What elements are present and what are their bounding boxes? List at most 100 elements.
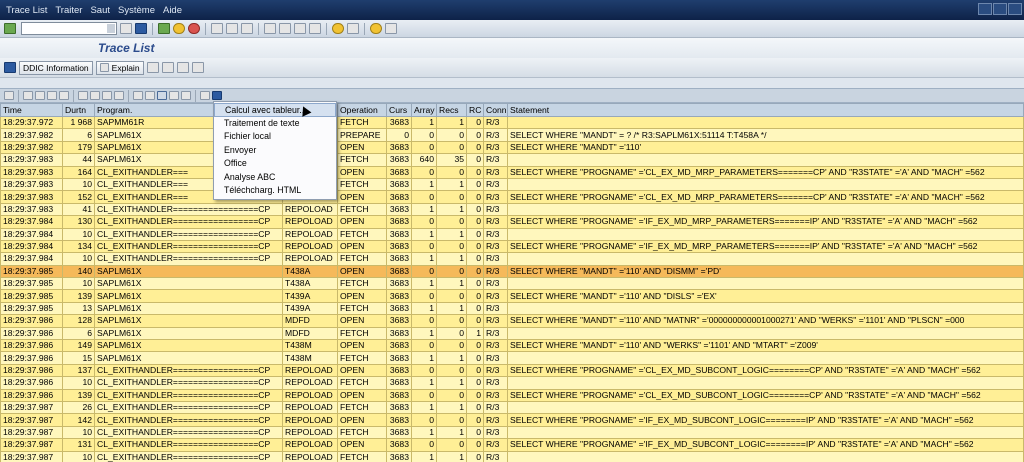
- command-field[interactable]: [21, 22, 117, 35]
- first-page-icon[interactable]: [264, 23, 276, 34]
- table-row[interactable]: 18:29:37.987 142 CL_EXITHANDLER===========…: [0, 413, 1024, 427]
- menu-item-telecharg-html[interactable]: Téléchcharg. HTML: [214, 184, 336, 198]
- menu-item-traitement-texte[interactable]: Traitement de texte: [214, 117, 336, 131]
- table-cell: 0: [436, 326, 467, 341]
- column-header-array[interactable]: Array: [411, 103, 437, 117]
- menu-item-envoyer[interactable]: Envoyer: [214, 144, 336, 158]
- currency-icon[interactable]: [114, 91, 124, 100]
- table-row[interactable]: 18:29:37.982 6 SAPLM61X PREPARE 0 0 0 0 R/3 SELEC…: [0, 128, 1024, 142]
- table-cell: R/3: [483, 376, 508, 390]
- ddic-information-button[interactable]: DDIC Information: [19, 60, 93, 75]
- table-row[interactable]: 18:29:37.987 131 CL_EXITHANDLER===========…: [0, 438, 1024, 452]
- close-window-icon[interactable]: [1008, 3, 1022, 15]
- table-row[interactable]: 18:29:37.987 10 CL_EXITHANDLER============…: [0, 425, 1024, 440]
- column-header-durtn[interactable]: Durtn: [62, 103, 95, 117]
- column-header-rc[interactable]: RC: [466, 103, 484, 117]
- filter-icon[interactable]: [78, 91, 88, 100]
- document-icon[interactable]: [146, 62, 159, 73]
- table-row[interactable]: 18:29:37.984 10 CL_EXITHANDLER============…: [0, 252, 1024, 266]
- table-row[interactable]: 18:29:37.986 128 SAPLM61X MDFD OPEN 3683 0 0 0 R/…: [0, 314, 1024, 328]
- minimize-icon[interactable]: [978, 3, 992, 15]
- table-cell: 0: [466, 115, 484, 130]
- export-icon[interactable]: [157, 91, 167, 100]
- menu-item-calcul-tableur[interactable]: Calcul avec tableur...: [214, 103, 336, 117]
- back-icon[interactable]: [158, 23, 170, 34]
- table-cell: 41: [62, 202, 95, 217]
- menu-item-office[interactable]: Office: [214, 157, 336, 171]
- table-row[interactable]: 18:29:37.983 44 SAPLM61X FETCH 3683 640 35 0 R/3: [0, 153, 1024, 167]
- find-next-icon[interactable]: [241, 23, 253, 34]
- statistics-icon[interactable]: [176, 62, 189, 73]
- find-icon[interactable]: [47, 91, 57, 100]
- help-icon[interactable]: [370, 23, 382, 34]
- print-icon[interactable]: [211, 23, 223, 34]
- table-row[interactable]: 18:29:37.984 134 CL_EXITHANDLER===========…: [0, 239, 1024, 254]
- graphic-icon[interactable]: [145, 91, 155, 100]
- column-header-recs[interactable]: Recs: [436, 103, 467, 117]
- cancel-icon[interactable]: [188, 23, 200, 34]
- display-icon[interactable]: [4, 62, 16, 73]
- menu-item-analyse-abc[interactable]: Analyse ABC: [214, 171, 336, 185]
- column-header-time[interactable]: Time: [0, 103, 63, 117]
- compress-icon[interactable]: [191, 62, 204, 73]
- table-row[interactable]: 18:29:37.985 10 SAPLM61X T438A FETCH 3683 1 1 0 R…: [0, 277, 1024, 291]
- column-header-curs[interactable]: Curs: [386, 103, 412, 117]
- layout-menu-icon[interactable]: [385, 23, 397, 34]
- previous-page-icon[interactable]: [279, 23, 291, 34]
- column-header-conn[interactable]: Conn: [483, 103, 508, 117]
- new-session-icon[interactable]: [332, 23, 344, 34]
- shortcut-icon[interactable]: [347, 23, 359, 34]
- subtotal-icon[interactable]: [102, 91, 112, 100]
- menu-aide[interactable]: Aide: [163, 5, 182, 16]
- table-row[interactable]: 18:29:37.972 1 968 SAPMM61R FETCH 3683 1 1 0 R/3: [0, 115, 1024, 130]
- table-row[interactable]: 18:29:37.983 41 CL_EXITHANDLER============…: [0, 202, 1024, 217]
- table-row[interactable]: 18:29:37.987 26 CL_EXITHANDLER============…: [0, 400, 1024, 415]
- table-cell: 1: [466, 326, 484, 341]
- explain-button[interactable]: Explain: [95, 60, 144, 75]
- column-header-statement[interactable]: Statement: [507, 103, 1024, 117]
- menu-systeme[interactable]: Système: [118, 5, 155, 16]
- change-layout-icon[interactable]: [181, 91, 191, 100]
- find-next-icon[interactable]: [59, 91, 69, 100]
- toolbar-separator: [18, 89, 19, 102]
- next-page-icon[interactable]: [294, 23, 306, 34]
- table-row[interactable]: 18:29:37.983 152 CL_EXITHANDLER=== OPEN 3683…: [0, 190, 1024, 204]
- last-page-icon[interactable]: [309, 23, 321, 34]
- menu-item-fichier-local[interactable]: Fichier local: [214, 130, 336, 144]
- trace-icon[interactable]: [161, 62, 174, 73]
- enter-icon[interactable]: [4, 23, 16, 34]
- table-row[interactable]: 18:29:37.984 130 CL_EXITHANDLER===========…: [0, 215, 1024, 229]
- print-preview-icon[interactable]: [133, 91, 143, 100]
- maximize-icon[interactable]: [993, 3, 1007, 15]
- table-row[interactable]: 18:29:37.983 164 CL_EXITHANDLER=== OPEN 3683…: [0, 165, 1024, 179]
- table-row[interactable]: 18:29:37.986 139 CL_EXITHANDLER===========…: [0, 388, 1024, 403]
- table-row[interactable]: 18:29:37.982 179 SAPLM61X OPEN 3683 0 0 0 R/3 SEL…: [0, 140, 1024, 155]
- table-row[interactable]: 18:29:37.986 149 SAPLM61X T438M OPEN 3683 0 0 0 R…: [0, 339, 1024, 353]
- table-row[interactable]: 18:29:37.987 10 CL_EXITHANDLER============…: [0, 450, 1024, 462]
- table-row[interactable]: 18:29:37.985 140 SAPLM61X T438A OPEN 3683 0 0 0 R…: [0, 264, 1024, 279]
- details-icon[interactable]: [4, 91, 14, 100]
- menu-saut[interactable]: Saut: [90, 5, 110, 16]
- total-icon[interactable]: [90, 91, 100, 100]
- table-row[interactable]: 18:29:37.986 6 SAPLM61X MDFD FETCH 3683 1 0 1 R/3: [0, 326, 1024, 341]
- table-row[interactable]: 18:29:37.983 10 CL_EXITHANDLER=== FETCH 3683…: [0, 177, 1024, 192]
- table-row[interactable]: 18:29:37.986 15 SAPLM61X T438M FETCH 3683 1 1 0 R…: [0, 351, 1024, 365]
- back-arrow-icon[interactable]: [120, 23, 132, 34]
- menu-trace-list[interactable]: Trace List: [6, 5, 47, 16]
- table-row[interactable]: 18:29:37.984 10 CL_EXITHANDLER============…: [0, 227, 1024, 241]
- table-row[interactable]: 18:29:37.986 137 CL_EXITHANDLER===========…: [0, 363, 1024, 378]
- table-row[interactable]: 18:29:37.985 139 SAPLM61X T439A OPEN 3683 0 0 0 R…: [0, 289, 1024, 303]
- information-icon[interactable]: [212, 91, 222, 100]
- exit-icon[interactable]: [173, 23, 185, 34]
- table-cell: 1: [411, 326, 437, 341]
- menu-traiter[interactable]: Traiter: [55, 5, 82, 16]
- sort-descending-icon[interactable]: [35, 91, 45, 100]
- column-header-operation[interactable]: Operation: [337, 103, 387, 117]
- table-row[interactable]: 18:29:37.985 13 SAPLM61X T439A FETCH 3683 1 1 0 R…: [0, 301, 1024, 316]
- save-icon[interactable]: [135, 23, 147, 34]
- find-icon[interactable]: [226, 23, 238, 34]
- abc-analysis-icon[interactable]: [200, 91, 210, 100]
- table-row[interactable]: 18:29:37.986 10 CL_EXITHANDLER============…: [0, 376, 1024, 390]
- layout-icon[interactable]: [169, 91, 179, 100]
- sort-ascending-icon[interactable]: [23, 91, 33, 100]
